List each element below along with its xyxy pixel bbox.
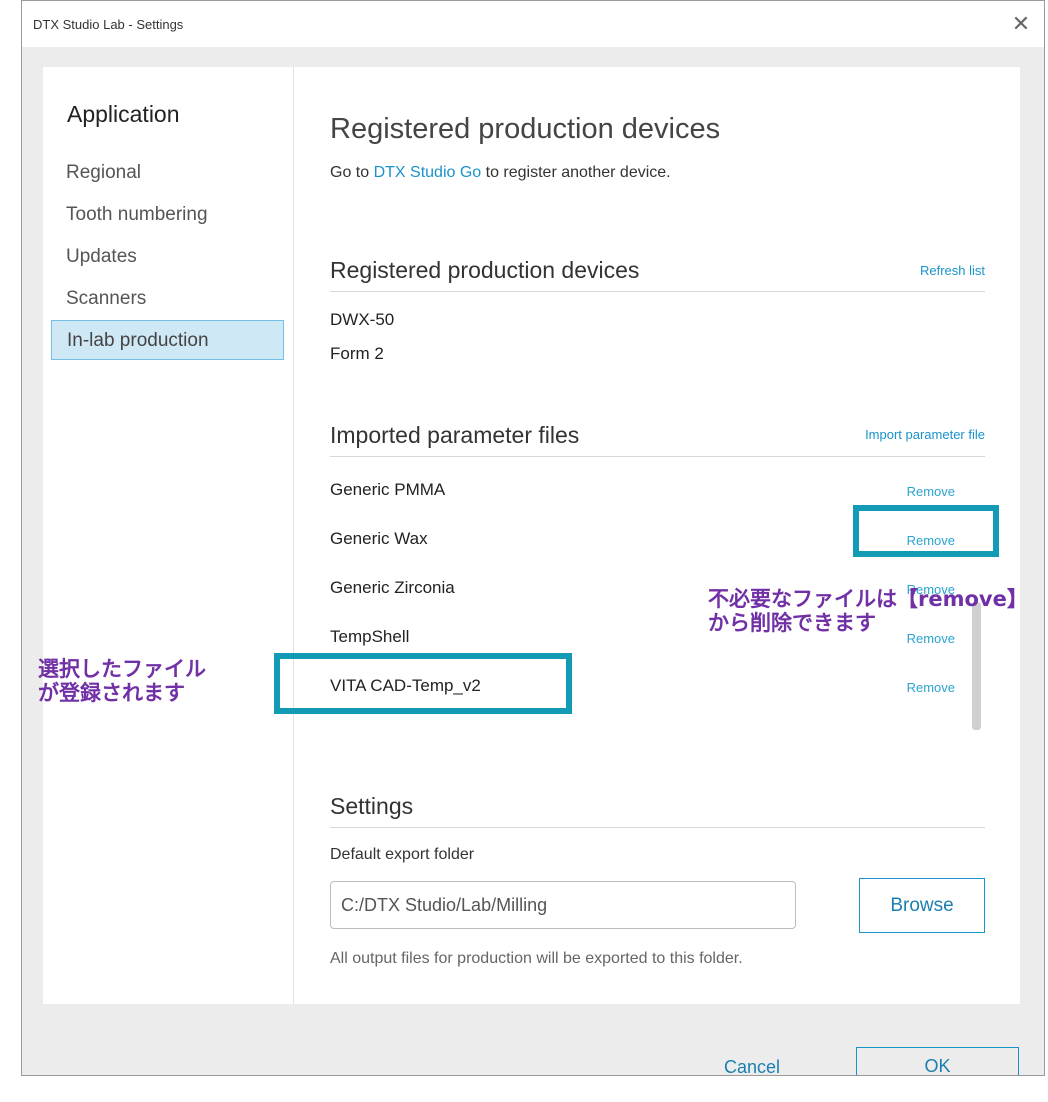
import-parameter-file-link[interactable]: Import parameter file xyxy=(865,427,985,442)
params-section-title: Imported parameter files xyxy=(330,422,580,448)
remove-link[interactable]: Remove xyxy=(907,680,955,695)
sidebar-item-scanners[interactable]: Scanners xyxy=(51,279,284,319)
device-item: DWX-50 xyxy=(330,310,395,329)
remove-annotation-text: 不必要なファイルは【remove】 から削除できます xyxy=(708,587,1028,635)
export-folder-input[interactable] xyxy=(330,881,796,929)
sidebar-item-updates[interactable]: Updates xyxy=(51,237,284,277)
refresh-list-link[interactable]: Refresh list xyxy=(920,263,985,278)
parameter-file-name: TempShell xyxy=(330,627,410,646)
cancel-button[interactable]: Cancel xyxy=(682,1047,822,1076)
parameter-file-name: Generic Wax xyxy=(330,529,428,548)
remove-link[interactable]: Remove xyxy=(907,484,955,499)
title-bar: DTX Studio Lab - Settings ✕ xyxy=(22,1,1044,47)
export-folder-hint: All output files for production will be … xyxy=(330,950,743,967)
window-title: DTX Studio Lab - Settings xyxy=(33,17,184,32)
default-export-folder-label: Default export folder xyxy=(330,846,475,863)
sidebar-item-in-lab-production[interactable]: In-lab production xyxy=(51,320,284,360)
intro-prefix: Go to xyxy=(330,164,374,181)
sidebar-item-regional[interactable]: Regional xyxy=(51,153,284,193)
settings-section-title: Settings xyxy=(330,793,414,819)
sidebar: Application Regional Tooth numbering Upd… xyxy=(43,67,294,1004)
intro-text: Go to DTX Studio Go to register another … xyxy=(330,164,671,182)
sidebar-heading: Application xyxy=(67,101,180,127)
page-title: Registered production devices xyxy=(330,113,721,145)
file-callout-box xyxy=(274,653,572,714)
device-item: Form 2 xyxy=(330,344,384,363)
sidebar-item-tooth-numbering[interactable]: Tooth numbering xyxy=(51,195,284,235)
settings-section-divider xyxy=(330,827,985,828)
devices-section-divider xyxy=(330,291,985,292)
params-section-divider xyxy=(330,456,985,457)
devices-section-title: Registered production devices xyxy=(330,257,640,283)
close-icon[interactable]: ✕ xyxy=(1008,11,1034,37)
remove-callout-box xyxy=(853,505,999,557)
browse-button[interactable]: Browse xyxy=(859,878,985,933)
parameter-file-name: Generic Zirconia xyxy=(330,578,455,597)
dtx-studio-go-link[interactable]: DTX Studio Go xyxy=(374,164,482,181)
ok-button[interactable]: OK xyxy=(856,1047,1019,1075)
register-annotation-text: 選択したファイル が登録されます xyxy=(38,657,206,705)
parameter-file-name: Generic PMMA xyxy=(330,480,446,499)
intro-suffix: to register another device. xyxy=(481,164,671,181)
